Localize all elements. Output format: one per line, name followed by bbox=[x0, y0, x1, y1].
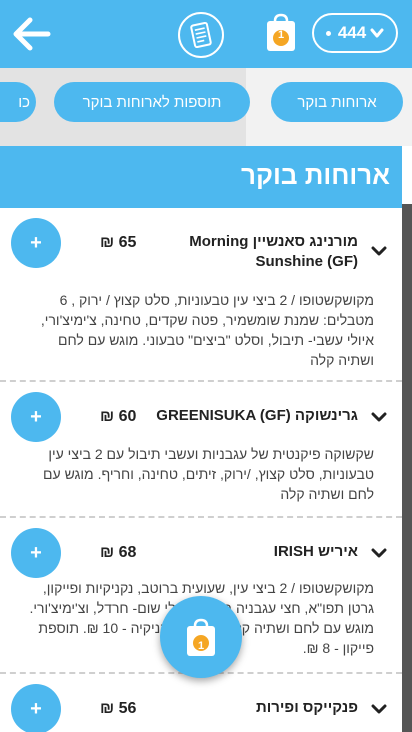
category-label: כו bbox=[18, 93, 30, 111]
add-item-button[interactable]: + bbox=[11, 218, 61, 268]
back-button[interactable] bbox=[10, 14, 52, 54]
plus-icon: + bbox=[30, 405, 42, 428]
menu-item[interactable]: + 56 ₪ פנקייקס ופירות bbox=[0, 674, 402, 732]
plus-icon: + bbox=[30, 231, 42, 254]
item-description: שקשוקה פיקנטית של עגבניות ועשבי תיבול עם… bbox=[43, 446, 374, 502]
chevron-down-icon[interactable] bbox=[370, 700, 388, 718]
cart-button[interactable]: 1 bbox=[265, 12, 297, 52]
category-breakfast-extras[interactable]: תוספות לארוחות בוקר bbox=[54, 82, 250, 122]
points-value: 444 bbox=[337, 23, 367, 42]
category-label: תוספות לארוחות בוקר bbox=[82, 93, 222, 111]
floating-cart-button[interactable]: 1 bbox=[160, 596, 242, 678]
item-name: איריש IRISH bbox=[273, 543, 358, 560]
menu-icon bbox=[190, 21, 212, 49]
plus-icon: + bbox=[30, 697, 42, 720]
cart-count-badge: 1 bbox=[277, 29, 285, 41]
add-item-button[interactable]: + bbox=[11, 392, 61, 442]
item-price: 56 ₪ bbox=[100, 700, 137, 717]
category-breakfasts[interactable]: ארוחות בוקר bbox=[271, 82, 403, 122]
category-bar: ארוחות בוקר תוספות לארוחות בוקר כו bbox=[0, 68, 412, 146]
item-name: פנקייקס ופירות bbox=[255, 699, 358, 716]
section-title: ארוחות בוקר bbox=[241, 160, 390, 190]
category-label: ארוחות בוקר bbox=[297, 93, 377, 111]
section-header: ארוחות בוקר bbox=[0, 146, 412, 208]
add-item-button[interactable]: + bbox=[11, 684, 61, 732]
menu-item[interactable]: + 65 ₪ מורנינג סאנשיין Morning Sunshine … bbox=[0, 208, 402, 382]
plus-icon: + bbox=[30, 541, 42, 564]
chevron-down-icon bbox=[370, 28, 384, 38]
item-price: 68 ₪ bbox=[100, 544, 137, 561]
menu-item[interactable]: + 60 ₪ גרינשוקה GREENISUKA (GF) שקשוקה פ… bbox=[0, 382, 402, 518]
points-dropdown[interactable]: 444 bbox=[312, 13, 398, 53]
scrollbar[interactable] bbox=[402, 204, 412, 732]
chevron-down-icon[interactable] bbox=[370, 544, 388, 562]
item-name: מורנינג סאנשיין Morning Sunshine (GF) bbox=[189, 233, 358, 270]
item-price: 60 ₪ bbox=[100, 408, 137, 425]
item-description: מקושקשטופו / 2 ביצי עין טבעוניות, סלט קצ… bbox=[40, 292, 374, 368]
add-item-button[interactable]: + bbox=[11, 528, 61, 578]
chevron-down-icon[interactable] bbox=[370, 242, 388, 260]
dot-icon bbox=[325, 30, 331, 36]
cart-count-badge: 1 bbox=[197, 640, 205, 652]
top-bar: 1 444 bbox=[0, 0, 412, 68]
arrow-left-icon bbox=[13, 17, 51, 51]
chevron-down-icon[interactable] bbox=[370, 408, 388, 426]
item-name: גרינשוקה GREENISUKA (GF) bbox=[156, 407, 358, 424]
item-price: 65 ₪ bbox=[100, 234, 137, 251]
menu-button[interactable] bbox=[178, 12, 224, 58]
